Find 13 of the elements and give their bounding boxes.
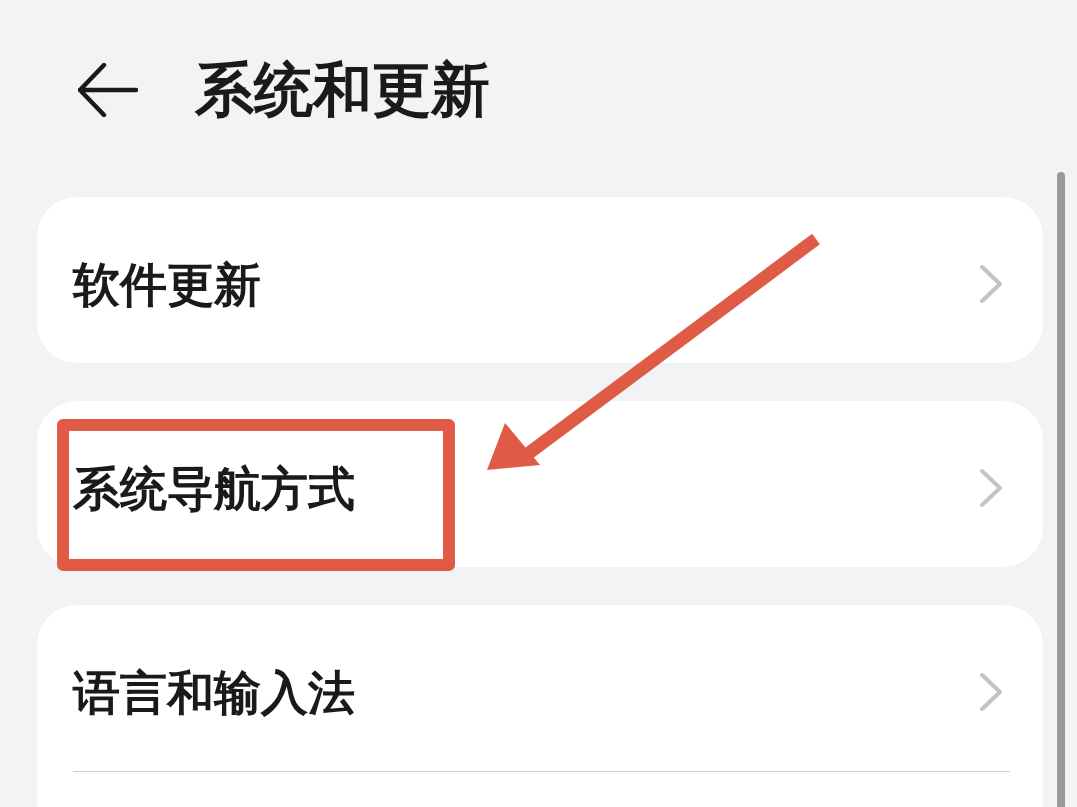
settings-item[interactable]: 软件更新 [37,205,1043,363]
chevron-right-icon [980,265,1002,303]
settings-item[interactable]: 系统导航方式 [37,409,1043,567]
back-arrow-icon [78,63,138,117]
scrollbar[interactable] [1057,172,1065,807]
chevron-right-icon [980,673,1002,711]
chevron-right-icon [980,469,1002,507]
settings-item[interactable]: 语言和输入法 [37,613,1043,771]
item-label: 语言和输入法 [73,668,355,716]
page-title: 系统和更新 [195,60,490,120]
item-label: 系统导航方式 [73,464,355,512]
back-button[interactable] [78,63,138,117]
item-label: 软件更新 [73,260,261,308]
